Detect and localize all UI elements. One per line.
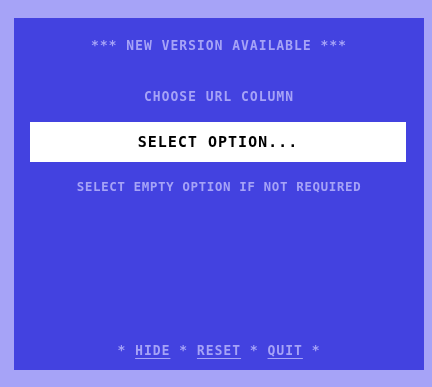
separator-star: *	[249, 344, 259, 359]
separator-star: *	[311, 344, 321, 359]
new-version-banner: *** NEW VERSION AVAILABLE ***	[91, 39, 347, 54]
main-panel: *** NEW VERSION AVAILABLE *** CHOOSE URL…	[14, 18, 424, 370]
hide-link[interactable]: HIDE	[135, 344, 170, 359]
empty-option-hint: SELECT EMPTY OPTION IF NOT REQUIRED	[76, 179, 362, 194]
select-value: SELECT OPTION...	[137, 133, 299, 151]
url-column-prompt: CHOOSE URL COLUMN	[143, 90, 295, 105]
quit-link[interactable]: QUIT	[268, 344, 303, 359]
footer-links: * HIDE * RESET * QUIT *	[14, 344, 424, 359]
separator-star: *	[117, 344, 127, 359]
separator-star: *	[179, 344, 189, 359]
url-column-select[interactable]: SELECT OPTION...	[30, 122, 406, 162]
reset-link[interactable]: RESET	[197, 344, 241, 359]
